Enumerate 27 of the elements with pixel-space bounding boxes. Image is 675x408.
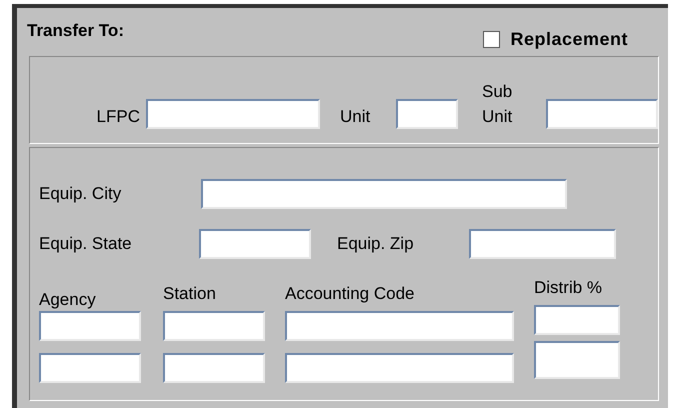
field-label: Equip. Zip <box>337 233 415 256</box>
input-field[interactable] <box>201 179 567 209</box>
input-field[interactable] <box>146 99 320 129</box>
input-field[interactable] <box>396 99 458 129</box>
input-field[interactable] <box>534 305 620 335</box>
input-field[interactable] <box>199 229 311 259</box>
section-title: Transfer To: <box>27 22 124 39</box>
column-header: Accounting Code <box>285 283 416 305</box>
checkbox[interactable] <box>483 30 500 48</box>
input-field[interactable] <box>285 311 514 341</box>
input-field[interactable] <box>163 311 265 341</box>
input-field[interactable] <box>285 353 514 383</box>
field-label: Equip. City <box>39 183 122 206</box>
field-label: Unit <box>340 106 372 128</box>
input-field[interactable] <box>469 229 616 259</box>
input-field[interactable] <box>39 353 141 383</box>
field-label: Sub Unit <box>482 81 514 128</box>
column-header: Agency <box>39 289 97 311</box>
column-header: Distrib % <box>534 277 604 299</box>
field-label: LFPC <box>96 106 141 128</box>
input-field[interactable] <box>163 353 265 383</box>
input-field[interactable] <box>546 99 658 129</box>
column-header: Station <box>163 283 217 305</box>
input-field[interactable] <box>39 311 141 341</box>
field-label: Equip. State <box>39 233 133 256</box>
input-field[interactable] <box>534 341 620 379</box>
checkbox-label: Replacement <box>510 30 628 48</box>
